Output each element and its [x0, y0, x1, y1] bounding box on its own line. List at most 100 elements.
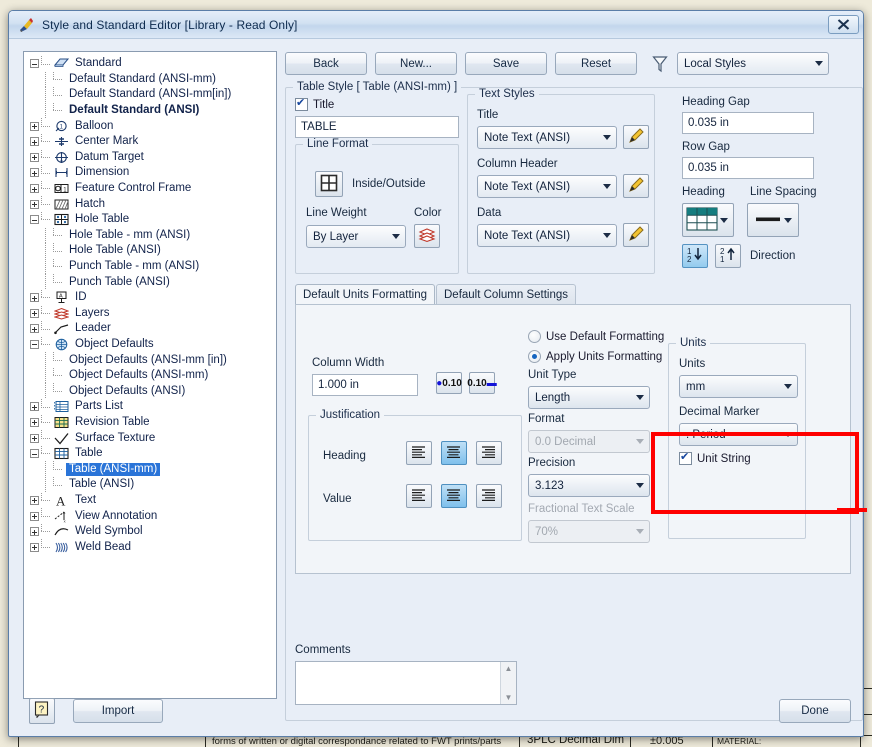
heading-align-left-button[interactable] [406, 441, 432, 465]
decimal-decrease-button[interactable]: ●0.10 [436, 372, 462, 394]
tree-item-revision-table[interactable]: Revision Table [30, 414, 276, 431]
title-text-input[interactable]: TABLE [295, 116, 459, 138]
tree-item-hole-table-ansi[interactable]: Hole Table (ANSI) [30, 243, 276, 259]
tree-item-punch-table-mm-ansi[interactable]: Punch Table - mm (ANSI) [30, 258, 276, 275]
units-dropdown[interactable]: mm [679, 375, 798, 398]
unit-string-checkbox[interactable]: Unit String [679, 450, 751, 465]
tree-expander[interactable] [30, 293, 39, 303]
value-align-left-button[interactable] [406, 484, 432, 508]
tree-item-standard[interactable]: Standard [30, 56, 276, 72]
tree-item-view-annotation[interactable]: x View Annotation [30, 508, 276, 524]
tree-expander[interactable] [30, 59, 39, 69]
text-style-column-header-dropdown[interactable]: Note Text (ANSI) [477, 175, 617, 198]
tree-expander[interactable] [30, 495, 39, 505]
tree-item-object-defaults-ansi-mm[interactable]: Object Defaults (ANSI-mm) [30, 367, 276, 384]
tree-item-object-defaults-ansi[interactable]: Object Defaults (ANSI) [30, 383, 276, 399]
line-spacing-dropdown-button[interactable] [747, 203, 799, 237]
color-button[interactable] [414, 224, 440, 248]
tree-item-hole-table[interactable]: Hole Table [30, 211, 276, 228]
tab-default-units-formatting[interactable]: Default Units Formatting [295, 284, 435, 304]
tree-item-object-defaults[interactable]: Object Defaults [30, 336, 276, 353]
back-button[interactable]: Back [285, 52, 367, 75]
fractional-text-scale-dropdown[interactable]: 70% [528, 520, 650, 543]
tree-expander[interactable] [30, 137, 39, 147]
tree-expander[interactable] [30, 511, 39, 521]
tree-expander[interactable] [30, 308, 39, 318]
tree-item-punch-table-ansi[interactable]: Punch Table (ANSI) [30, 274, 276, 290]
heading-gap-input[interactable]: 0.035 in [682, 112, 814, 134]
tree-item-weld-bead[interactable]: Weld Bead [30, 539, 276, 555]
tree-item-surface-texture[interactable]: Surface Texture [30, 430, 276, 446]
value-align-center-button[interactable] [441, 484, 467, 508]
tree-item-datum-target[interactable]: A Datum Target [30, 149, 276, 166]
tree-item-text[interactable]: A Text [30, 492, 276, 508]
tree-expander[interactable] [30, 542, 39, 552]
tree-item-parts-list[interactable]: Parts List [30, 399, 276, 415]
heading-align-right-button[interactable] [476, 441, 502, 465]
text-style-title-dropdown[interactable]: Note Text (ANSI) [477, 126, 617, 149]
tree-item-layers[interactable]: Layers [30, 305, 276, 322]
tree-expander[interactable] [30, 184, 39, 194]
tree-expander[interactable] [30, 402, 39, 412]
style-scope-dropdown[interactable]: Local Styles [677, 52, 829, 75]
line-weight-dropdown[interactable]: By Layer [306, 225, 406, 248]
tree-item-default-standard-ansi[interactable]: Default Standard (ANSI) [30, 102, 276, 119]
tree-item-table[interactable]: Table [30, 445, 276, 462]
direction-bottom-up-button[interactable]: 2 1 [715, 244, 741, 268]
save-button[interactable]: Save [465, 52, 547, 75]
tab-default-column-settings[interactable]: Default Column Settings [436, 284, 577, 304]
tree-item-balloon[interactable]: 1 Balloon [30, 118, 276, 134]
reset-button[interactable]: Reset [555, 52, 637, 75]
heading-style-dropdown-button[interactable] [682, 203, 734, 237]
tree-expander[interactable] [30, 215, 39, 225]
column-width-input[interactable]: 1.000 in [312, 374, 418, 396]
unit-type-dropdown[interactable]: Length [528, 386, 650, 409]
tree-expander[interactable] [30, 199, 39, 209]
title-checkbox[interactable]: Title [295, 96, 334, 111]
tree-item-default-standard-ansi-mm[interactable]: Default Standard (ANSI-mm) [30, 71, 276, 88]
tree-item-default-standard-ansi-mm-in[interactable]: Default Standard (ANSI-mm[in]) [30, 87, 276, 103]
row-gap-input[interactable]: 0.035 in [682, 157, 814, 179]
edit-data-text-style-button[interactable] [623, 223, 649, 247]
format-dropdown[interactable]: 0.0 Decimal [528, 430, 650, 453]
text-style-data-dropdown[interactable]: Note Text (ANSI) [477, 224, 617, 247]
close-icon[interactable] [828, 15, 859, 34]
tree-item-object-defaults-ansi-mm-in[interactable]: Object Defaults (ANSI-mm [in]) [30, 352, 276, 368]
value-align-right-button[interactable] [476, 484, 502, 508]
tree-item-feature-control-frame[interactable]: 1 Feature Control Frame [30, 180, 276, 197]
import-button[interactable]: Import [73, 699, 163, 723]
use-default-formatting-radio[interactable]: Use Default Formatting [528, 330, 664, 343]
direction-top-down-button[interactable]: 1 2 [682, 244, 708, 268]
tree-expander[interactable] [30, 527, 39, 537]
done-button[interactable]: Done [779, 699, 851, 723]
decimal-increase-button[interactable]: 0.10▬ [467, 372, 497, 394]
help-button[interactable]: ? [29, 698, 55, 724]
tree-item-hatch[interactable]: Hatch [30, 196, 276, 212]
decimal-marker-dropdown[interactable]: . Period [679, 423, 798, 446]
tree-item-table-ansi[interactable]: Table (ANSI) [30, 477, 276, 493]
heading-align-center-button[interactable] [441, 441, 467, 465]
tree-expander[interactable] [30, 449, 39, 459]
tree-item-dimension[interactable]: Dimension [30, 165, 276, 181]
tree-item-table-ansi-mm[interactable]: Table (ANSI-mm) [30, 461, 276, 477]
tree-expander[interactable] [30, 324, 39, 334]
tree-item-id[interactable]: A ID [30, 289, 276, 306]
scroll-up-icon[interactable]: ▲ [505, 664, 513, 673]
new-button[interactable]: New... [375, 52, 457, 75]
tree-expander[interactable] [30, 433, 39, 443]
edit-title-text-style-button[interactable] [623, 125, 649, 149]
style-tree-panel[interactable]: Standard Default Standard (ANSI-mm) Defaul… [23, 51, 277, 699]
tree-expander[interactable] [30, 339, 39, 349]
tree-expander[interactable] [30, 121, 39, 131]
precision-dropdown[interactable]: 3.123 [528, 474, 650, 497]
tree-expander[interactable] [30, 417, 39, 427]
tree-expander[interactable] [30, 168, 39, 178]
filter-funnel-icon[interactable] [651, 54, 669, 74]
tree-expander[interactable] [30, 152, 39, 162]
apply-units-formatting-radio[interactable]: Apply Units Formatting [528, 350, 662, 363]
tree-item-center-mark[interactable]: Center Mark [30, 133, 276, 150]
tree-item-weld-symbol[interactable]: Weld Symbol [30, 523, 276, 540]
tree-item-hole-table-mm-ansi[interactable]: Hole Table - mm (ANSI) [30, 227, 276, 244]
edit-column-header-text-style-button[interactable] [623, 174, 649, 198]
tree-item-leader[interactable]: Leader [30, 321, 276, 337]
